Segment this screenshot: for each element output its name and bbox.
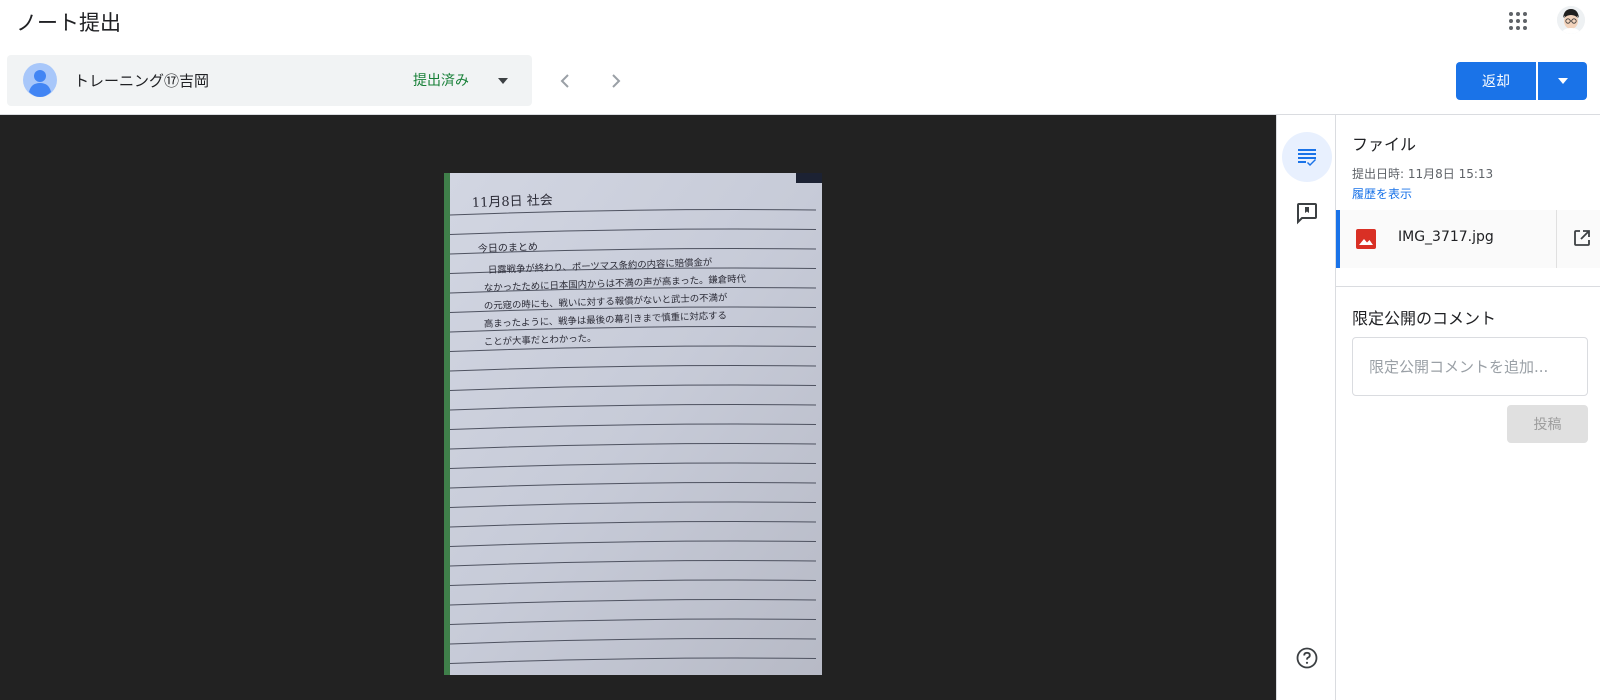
image-viewer: 11月8日 社会 今日のまとめ 日露戦争が終わり、ポーツマス条約の内容に賠償金が なか… [0, 115, 1276, 700]
top-bar: ノート提出 トレーニング⑰吉岡 提出済み 返却 [0, 0, 1600, 115]
apps-grid-icon[interactable] [1506, 9, 1530, 33]
submission-status: 提出済み [413, 73, 469, 89]
post-comment-button[interactable]: 投稿 [1507, 405, 1588, 443]
side-rail [1276, 115, 1336, 700]
help-icon [1296, 647, 1318, 669]
notebook-photo[interactable]: 11月8日 社会今日のまとめ日露戦争が終わり、ポーツマス条約の内容に賠償金がなか… [444, 173, 822, 675]
private-comments-heading: 限定公開のコメント [1352, 309, 1497, 328]
file-item[interactable]: IMG_3717.jpg [1336, 210, 1600, 268]
note-text-line: 11月8日 社会 [472, 192, 553, 211]
divider [1336, 286, 1600, 287]
files-heading: ファイル [1352, 135, 1417, 154]
submitted-timestamp: 提出日時: 11月8日 15:13 [1352, 167, 1494, 181]
file-name: IMG_3717.jpg [1398, 229, 1494, 245]
profile-avatar[interactable] [1557, 6, 1585, 34]
comments-tab[interactable] [1282, 188, 1332, 238]
student-avatar-icon [23, 63, 57, 97]
files-tab[interactable] [1282, 132, 1332, 182]
comment-icon [1297, 203, 1317, 225]
previous-student-button[interactable] [552, 68, 578, 94]
next-student-button[interactable] [603, 68, 629, 94]
image-file-icon [1355, 228, 1377, 250]
student-selector[interactable]: トレーニング⑰吉岡 提出済み [7, 55, 532, 106]
return-options-button[interactable] [1538, 62, 1587, 100]
assignment-list-icon [1298, 149, 1316, 166]
divider [1556, 210, 1557, 268]
private-comment-input[interactable] [1352, 337, 1588, 396]
view-history-link[interactable]: 履歴を表示 [1352, 185, 1412, 202]
student-name: トレーニング⑰吉岡 [74, 72, 210, 90]
return-button[interactable]: 返却 [1456, 62, 1536, 100]
help-button[interactable] [1282, 633, 1332, 683]
caret-down-icon[interactable] [495, 73, 511, 89]
caret-down-icon [1557, 78, 1568, 84]
page-title: ノート提出 [16, 11, 121, 35]
open-in-new-icon[interactable] [1571, 227, 1593, 249]
details-panel: ファイル 提出日時: 11月8日 15:13 履歴を表示 IMG_3717.jp… [1336, 115, 1600, 700]
